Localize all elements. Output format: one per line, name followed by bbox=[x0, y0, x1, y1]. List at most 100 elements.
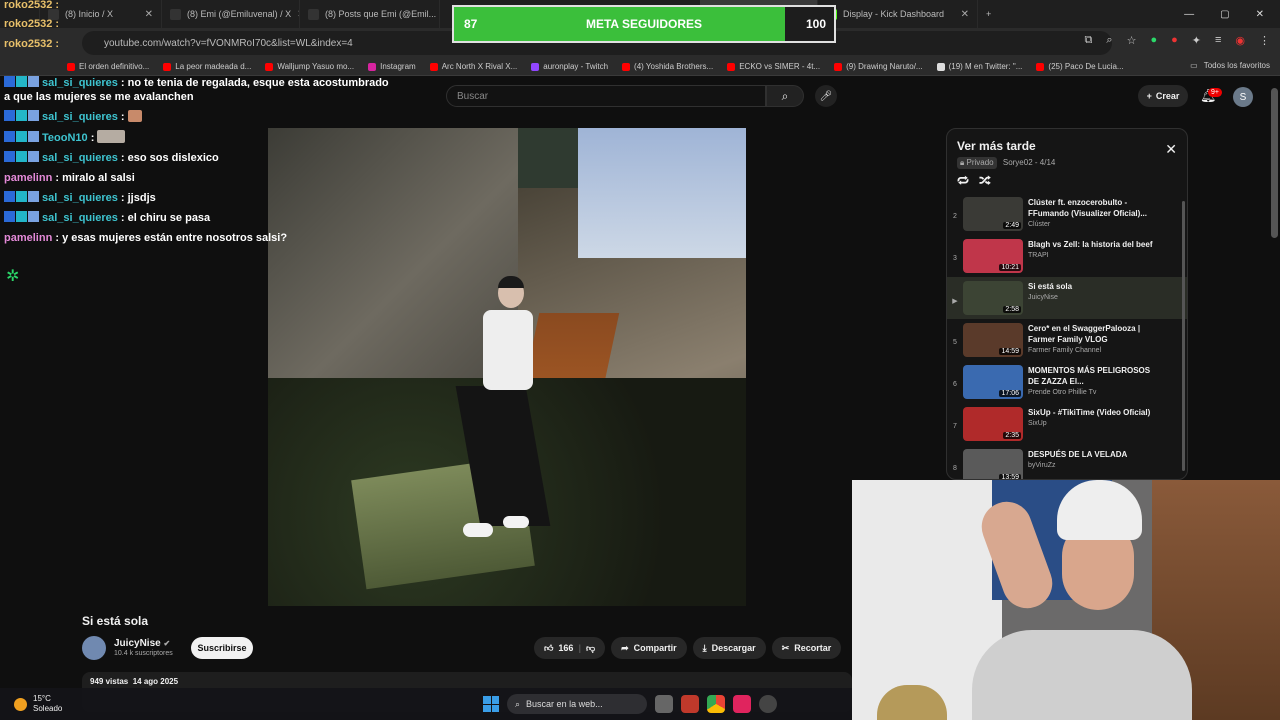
like-button[interactable]: 👍︎ 166 | 👎︎ bbox=[534, 637, 606, 659]
taskbar-search[interactable]: ⌕ Buscar en la web... bbox=[507, 694, 647, 714]
badge-icon bbox=[28, 131, 39, 142]
weather-condition: Soleado bbox=[33, 704, 63, 713]
chat-message: sal_si_quieres : bbox=[4, 110, 394, 124]
voice-search-button[interactable]: 🎤︎ bbox=[815, 85, 837, 107]
playlist-item-index: 7 bbox=[953, 423, 957, 430]
extensions-puzzle-icon[interactable]: ✦ bbox=[1192, 34, 1201, 47]
bookmark-item[interactable]: Walljump Yasuo mo... bbox=[258, 62, 361, 71]
repeat-icon[interactable]: 🔁︎ bbox=[957, 173, 969, 190]
windows-start-icon[interactable] bbox=[483, 696, 499, 712]
bookmark-item[interactable]: (25) Paco De Lucia... bbox=[1029, 62, 1130, 71]
bookmark-item[interactable]: (9) Drawing Naruto/... bbox=[827, 62, 929, 71]
bookmark-item[interactable]: auronplay - Twitch bbox=[524, 62, 615, 71]
video-thumbnail: 2:49 bbox=[963, 197, 1023, 231]
bookmark-favicon-icon bbox=[163, 62, 172, 71]
channel-name[interactable]: JuicyNise ✔ bbox=[114, 638, 170, 649]
minimize-icon[interactable]: ― bbox=[1184, 9, 1194, 20]
chrome-icon[interactable] bbox=[707, 695, 725, 713]
playlist-item-title: DESPUÉS DE LA VELADA bbox=[1028, 450, 1128, 459]
bookmark-favicon-icon bbox=[727, 62, 736, 71]
profile-icon[interactable]: ◉ bbox=[1235, 34, 1245, 47]
menu-icon[interactable]: ⋮ bbox=[1259, 34, 1270, 47]
download-button[interactable]: ⤓ Descargar bbox=[692, 637, 766, 659]
chat-username[interactable]: sal_si_quieres bbox=[42, 212, 118, 224]
task-view-icon[interactable] bbox=[655, 695, 673, 713]
account-avatar[interactable]: S bbox=[1233, 87, 1253, 107]
upload-date: 14 ago 2025 bbox=[132, 677, 179, 686]
playlist-item-title: SixUp - #TikiTime (Video Oficial) bbox=[1028, 408, 1151, 417]
bookmark-star-icon[interactable]: ☆ bbox=[1127, 34, 1137, 47]
share-button[interactable]: ➦ Compartir bbox=[611, 637, 687, 659]
new-tab-button[interactable]: + bbox=[978, 0, 999, 28]
close-tab-icon[interactable]: ✕ bbox=[961, 9, 969, 20]
browser-tab[interactable]: (8) Posts que Emi (@Emil...✕ bbox=[300, 0, 440, 28]
steam-icon[interactable] bbox=[759, 695, 777, 713]
person-shoe bbox=[503, 516, 529, 528]
subscribe-button[interactable]: Suscribirse bbox=[191, 637, 253, 659]
browser-tab[interactable]: (8) Emi (@Emiluvenal) / X✕ bbox=[162, 0, 300, 28]
playlist-item[interactable]: 5 14:59 Cero* en el SwaggerPalooza | Farme… bbox=[947, 319, 1187, 361]
chat-username[interactable]: TeooN10 bbox=[42, 132, 88, 144]
extension-icon[interactable]: ● bbox=[1150, 34, 1157, 47]
cast-icon[interactable]: ⧉ bbox=[1085, 34, 1093, 47]
goal-target: 100 bbox=[805, 17, 826, 31]
app-icon[interactable] bbox=[681, 695, 699, 713]
close-icon[interactable]: ✕ bbox=[1165, 141, 1177, 158]
playlist-scrollbar[interactable] bbox=[1182, 201, 1185, 471]
chat-text: jjsdjs bbox=[127, 192, 156, 204]
playlist-owner[interactable]: Sorye02 bbox=[1003, 158, 1033, 167]
bookmark-item[interactable]: Instagram bbox=[361, 62, 423, 71]
create-button[interactable]: + Crear bbox=[1138, 85, 1188, 107]
bookmark-item[interactable]: El orden definitivo... bbox=[60, 62, 156, 71]
bookmark-item[interactable]: Arc North X Rival X... bbox=[423, 62, 525, 71]
shuffle-icon[interactable]: 🔀︎ bbox=[979, 173, 991, 190]
badge-icon bbox=[28, 191, 39, 202]
search-icon: ⌕ bbox=[515, 698, 521, 709]
browser-tab[interactable]: Display - Kick Dashboard ✕ bbox=[818, 0, 978, 28]
media-icon[interactable]: ≡ bbox=[1215, 34, 1221, 47]
emote-icon bbox=[127, 110, 142, 122]
bookmark-label: ECKO vs SIMER - 4t... bbox=[739, 62, 821, 71]
search-input[interactable]: Buscar bbox=[446, 85, 766, 107]
bookmark-item[interactable]: La peor madeada d... bbox=[156, 62, 258, 71]
chat-username[interactable]: sal_si_quieres bbox=[42, 152, 118, 164]
all-bookmarks[interactable]: ▭ Todos los favoritos bbox=[1190, 61, 1270, 70]
thumbs-down-icon[interactable]: 👎︎ bbox=[586, 643, 595, 654]
chat-username[interactable]: sal_si_quieres bbox=[42, 111, 118, 123]
playlist-item-channel: JuicyNise bbox=[1028, 294, 1058, 301]
playlist-item[interactable]: 6 17:06 MOMENTOS MÁS PELIGROSOS DE ZAZZA E… bbox=[947, 361, 1187, 403]
chat-username[interactable]: sal_si_quieres bbox=[42, 77, 118, 89]
chat-username[interactable]: sal_si_quieres bbox=[42, 192, 118, 204]
openai-icon: ✲ bbox=[6, 268, 20, 285]
url-text: youtube.com/watch?v=fVONMRoI70c&list=WL&… bbox=[104, 37, 353, 49]
channel-avatar[interactable] bbox=[82, 636, 106, 660]
playlist-item[interactable]: 2 2:49 Clúster ft. enzocerobulto - FFumand… bbox=[947, 193, 1187, 235]
bookmark-item[interactable]: (19) M en Twitter: "... bbox=[930, 62, 1030, 71]
chat-username[interactable]: pamelinn bbox=[4, 172, 52, 184]
playlist-item[interactable]: 8 13:59 DESPUÉS DE LA VELADA byViruZz bbox=[947, 445, 1187, 479]
video-duration: 10:21 bbox=[999, 264, 1021, 271]
chat-username[interactable]: pamelinn bbox=[4, 232, 52, 244]
video-thumbnail: 14:59 bbox=[963, 323, 1023, 357]
video-duration: 14:59 bbox=[999, 348, 1021, 355]
extension-icon[interactable]: ● bbox=[1171, 34, 1178, 47]
clip-button[interactable]: ✂ Recortar bbox=[771, 637, 842, 659]
close-window-icon[interactable]: ✕ bbox=[1256, 9, 1264, 20]
search-button[interactable]: ⌕ bbox=[766, 85, 804, 107]
weather-widget[interactable]: 15°C Soleado bbox=[14, 694, 62, 714]
playlist-item[interactable]: 7 2:35 SixUp - #TikiTime (Video Oficial) Si… bbox=[947, 403, 1187, 445]
chat-message: sal_si_quieres : el chiru se pasa bbox=[4, 211, 394, 225]
bookmark-item[interactable]: ECKO vs SIMER - 4t... bbox=[720, 62, 827, 71]
page-scrollbar[interactable] bbox=[1271, 88, 1278, 238]
maximize-icon[interactable]: ▢ bbox=[1220, 9, 1229, 20]
badge-icon bbox=[4, 131, 15, 142]
bookmark-item[interactable]: (4) Yoshida Brothers... bbox=[615, 62, 720, 71]
playlist-item-index: 3 bbox=[953, 255, 957, 262]
tiktok-icon[interactable] bbox=[733, 695, 751, 713]
playlist-item[interactable]: ▶ 2:58 Si está sola JuicyNise bbox=[947, 277, 1187, 319]
zoom-icon[interactable]: ⌕ bbox=[1106, 34, 1112, 47]
plus-icon: + bbox=[1146, 91, 1152, 101]
playlist-item[interactable]: 3 10:21 Blagh vs Zell: la historia del bee… bbox=[947, 235, 1187, 277]
bookmark-favicon-icon bbox=[429, 62, 438, 71]
close-tab-icon[interactable]: ✕ bbox=[145, 9, 153, 20]
